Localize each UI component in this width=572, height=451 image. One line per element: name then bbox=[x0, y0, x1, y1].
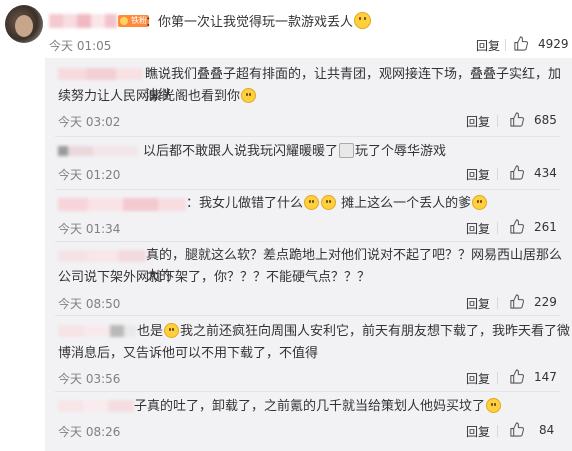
thumbs-up-icon[interactable] bbox=[513, 36, 528, 51]
reply-button[interactable]: 回复 bbox=[466, 113, 490, 130]
like-count: 261 bbox=[534, 220, 557, 234]
reply-time: 今天 01:34 bbox=[58, 222, 121, 236]
thumbs-up-icon[interactable] bbox=[509, 165, 524, 180]
like-count: 685 bbox=[534, 113, 557, 127]
reply-text-line2: 续努力让人民网紫光阁也看到你 bbox=[58, 86, 257, 107]
reply-button[interactable]: 回复 bbox=[476, 37, 500, 54]
reply-time: 今天 03:02 bbox=[58, 115, 121, 129]
emoji-face-icon bbox=[354, 12, 372, 29]
like-count: 229 bbox=[534, 295, 557, 309]
fan-badge-icon bbox=[120, 17, 128, 25]
reply-username[interactable] bbox=[58, 325, 136, 337]
like-count: 434 bbox=[534, 166, 557, 180]
divider bbox=[497, 425, 498, 437]
divider bbox=[497, 372, 498, 384]
emoji-face-icon bbox=[486, 398, 502, 413]
reply-text: 以后都不敢跟人说我玩闪耀暖暖了 玩了个辱华游戏 bbox=[143, 143, 447, 159]
reply-item: 也是 我之前还疯狂向周围人安利它，前天有朋友想下载了，我昨天看了微 博消息后，又告… bbox=[45, 316, 572, 391]
reply-button[interactable]: 回复 bbox=[466, 370, 490, 387]
main-comment: 铁粉 ：你第一次让我觉得玩一款游戏丢人 今天 01:05 回复 4929 bbox=[0, 0, 572, 58]
reply-username[interactable] bbox=[58, 68, 143, 80]
replies-panel: 瞧说我们叠叠子超有排面的，让共青团，观网接连下场，叠叠子实红，加油继 续努力让人… bbox=[45, 58, 572, 451]
reply-time: 今天 03:56 bbox=[58, 372, 121, 386]
comment-text: ：你第一次让我觉得玩一款游戏丢人 bbox=[145, 12, 372, 32]
reply-text-line2: 公司说下架外网就下架了，你？？？不能硬气点？？？ bbox=[58, 270, 371, 285]
reply-username[interactable] bbox=[58, 146, 138, 156]
reply-button[interactable]: 回复 bbox=[466, 166, 490, 183]
username[interactable] bbox=[49, 14, 117, 28]
divider bbox=[497, 115, 498, 127]
avatar[interactable] bbox=[5, 5, 43, 43]
reply-button[interactable]: 回复 bbox=[466, 423, 490, 440]
reply-time: 今天 01:20 bbox=[58, 168, 121, 182]
divider bbox=[497, 168, 498, 180]
emoji-face-icon bbox=[321, 195, 337, 210]
reply-item: 瞧说我们叠叠子超有排面的，让共青团，观网接连下场，叠叠子实红，加油继 续努力让人… bbox=[45, 58, 572, 136]
divider bbox=[505, 39, 506, 51]
divider bbox=[497, 222, 498, 234]
reply-username[interactable] bbox=[58, 250, 146, 262]
thumbs-up-icon[interactable] bbox=[509, 112, 524, 127]
reply-time: 今天 08:26 bbox=[58, 425, 121, 439]
emoji-face-icon bbox=[304, 195, 320, 210]
emoji-face-icon bbox=[164, 323, 180, 338]
thumbs-up-icon[interactable] bbox=[509, 422, 524, 437]
emoji-face-icon bbox=[241, 88, 257, 103]
reply-username[interactable] bbox=[58, 198, 186, 211]
reply-item: ：我女儿做错了什么 摊上这么一个丢人的爹 今天 01:34 回复 261 bbox=[45, 190, 572, 240]
divider bbox=[497, 297, 498, 309]
reply-text: ：我女儿做错了什么 摊上这么一个丢人的爹 bbox=[186, 193, 488, 214]
like-count: 84 bbox=[539, 423, 555, 437]
thumbs-up-icon[interactable] bbox=[509, 219, 524, 234]
thumbs-up-icon[interactable] bbox=[509, 294, 524, 309]
reply-time: 今天 08:50 bbox=[58, 297, 121, 311]
like-count: 4929 bbox=[538, 37, 569, 51]
reply-username[interactable] bbox=[58, 400, 134, 412]
reply-item: 子真的吐了，卸载了，之前氪的几千就当给策划人他妈买坟了 今天 08:26 回复 … bbox=[45, 392, 572, 451]
reply-text: 也是 我之前还疯狂向周围人安利它，前天有朋友想下载了，我昨天看了微 bbox=[137, 323, 571, 339]
reply-text: 子真的吐了，卸载了，之前氪的几千就当给策划人他妈买坟了 bbox=[134, 396, 502, 417]
reply-text-line2: 博消息后，又告诉他可以不用下载了，不值得 bbox=[58, 346, 319, 361]
ghost-emoji-icon bbox=[339, 143, 355, 158]
reply-button[interactable]: 回复 bbox=[466, 295, 490, 312]
reply-button[interactable]: 回复 bbox=[466, 220, 490, 237]
reply-item: 以后都不敢跟人说我玩闪耀暖暖了 玩了个辱华游戏 今天 01:20 回复 434 bbox=[45, 137, 572, 189]
emoji-face-icon bbox=[472, 195, 488, 210]
thumbs-up-icon[interactable] bbox=[509, 369, 524, 384]
like-count: 147 bbox=[534, 370, 557, 384]
reply-item: 真的，腿就这么软？差点跪地上对他们说对不起了吧？？网易西山居那么大的 公司说下架… bbox=[45, 242, 572, 315]
comment-time: 今天 01:05 bbox=[49, 39, 112, 53]
